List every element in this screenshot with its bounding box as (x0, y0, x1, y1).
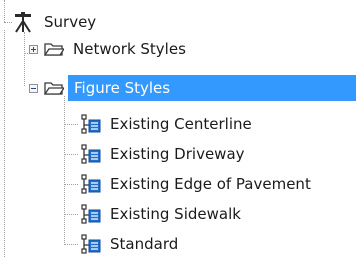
tree-node-label: Network Styles (73, 40, 186, 58)
tree-node-figure-styles[interactable] (44, 77, 64, 99)
collapse-toggle[interactable] (29, 84, 38, 93)
tree-connector (64, 184, 78, 186)
expand-toggle[interactable] (29, 45, 38, 54)
figure-style-icon (81, 204, 101, 224)
tree-node-existing-centerline[interactable]: Existing Centerline (80, 113, 256, 135)
tree-node-label: Existing Sidewalk (110, 205, 241, 223)
tree-connector (4, 30, 6, 257)
tree-node-existing-sidewalk[interactable]: Existing Sidewalk (80, 203, 245, 225)
style-tree: Survey Network Styles Figure Styles Exis… (0, 0, 364, 257)
tree-node-label: Standard (110, 235, 179, 253)
tree-connector (64, 244, 78, 246)
tree-node-network-styles[interactable]: Network Styles (44, 38, 190, 60)
folder-icon (44, 82, 64, 95)
tree-node-existing-edge-of-pavement[interactable]: Existing Edge of Pavement (80, 173, 315, 195)
tree-connector (64, 154, 78, 156)
tree-connector (4, 22, 12, 24)
figure-style-icon (81, 114, 101, 134)
survey-icon (15, 12, 31, 33)
tree-connector (24, 32, 26, 86)
figure-style-icon (81, 144, 101, 164)
tree-node-figure-styles-label[interactable]: Figure Styles (72, 77, 174, 99)
tree-node-label: Figure Styles (74, 79, 171, 97)
folder-icon (44, 43, 64, 56)
figure-style-icon (81, 234, 101, 254)
tree-node-existing-driveway[interactable]: Existing Driveway (80, 143, 249, 165)
tree-node-standard[interactable]: Standard (80, 233, 182, 255)
tree-connector (4, 0, 6, 22)
tree-connector (64, 124, 78, 126)
tree-node-label: Existing Centerline (110, 115, 252, 133)
tree-connector (64, 214, 78, 216)
tree-node-label: Survey (44, 13, 97, 31)
figure-style-icon (81, 174, 101, 194)
tree-connector (64, 96, 66, 245)
tree-node-survey[interactable]: Survey (12, 11, 100, 33)
tree-node-label: Existing Driveway (110, 145, 245, 163)
tree-node-label: Existing Edge of Pavement (110, 175, 311, 193)
